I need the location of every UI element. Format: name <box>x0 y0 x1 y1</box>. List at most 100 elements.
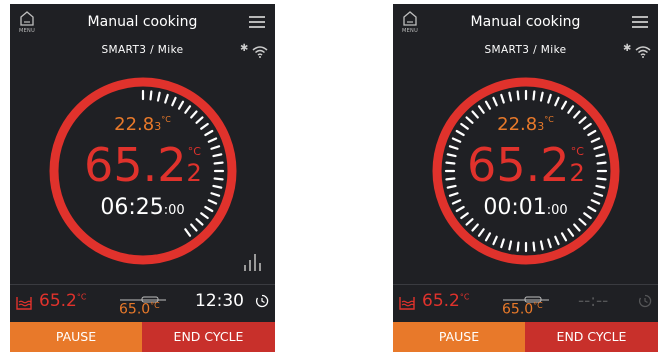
progress-tick <box>516 90 520 101</box>
probe-temperature: 22.83°C <box>10 114 275 135</box>
probe-temp-unit: °C <box>161 115 171 124</box>
bottom-info-bar: 65.2°C 65.0°C --:-- <box>393 284 658 322</box>
bath-temp-unit: °C <box>570 145 584 158</box>
progress-tick <box>508 240 513 251</box>
progress-tick <box>184 228 192 237</box>
set-temp-value: 65.0 <box>119 301 151 318</box>
progress-tick <box>477 105 485 114</box>
bottom-set-temp[interactable]: 65.0°C <box>119 301 160 318</box>
progress-tick <box>516 241 520 252</box>
bath-temp-value: 65.2 <box>84 138 187 192</box>
cooking-timer: 00:01:00 <box>393 195 658 220</box>
bottom-set-temp[interactable]: 65.0°C <box>502 301 543 318</box>
timer-value: 00:01 <box>483 195 547 220</box>
progress-tick <box>547 93 552 104</box>
progress-tick <box>547 238 552 249</box>
pause-button[interactable]: PAUSE <box>393 322 525 352</box>
header-bar: MENU Manual cooking <box>393 4 658 42</box>
set-temp-value: 65.0 <box>502 301 534 318</box>
progress-tick <box>149 90 153 101</box>
progress-tick <box>477 228 485 237</box>
progress-tick <box>471 223 479 232</box>
progress-tick <box>560 232 568 242</box>
progress-tick <box>560 100 568 110</box>
end-cycle-button[interactable]: END CYCLE <box>142 322 275 352</box>
graph-icon[interactable] <box>243 253 261 271</box>
timer-value: 06:25 <box>100 195 164 220</box>
bath-temp-unit: °C <box>187 145 201 158</box>
progress-tick <box>177 100 185 110</box>
bath-temp-decimal: 2 <box>186 159 202 187</box>
bottom-bath-temp-value: 65.2 <box>39 291 77 311</box>
pause-button[interactable]: PAUSE <box>10 322 142 352</box>
progress-tick <box>539 240 544 251</box>
device-screen-1: MENU Manual cooking SMART3 / Mike ✱ 22.8… <box>10 4 275 352</box>
bottom-bath-temp-unit: °C <box>459 292 470 302</box>
progress-tick <box>532 90 536 101</box>
user-label: SMART3 / Mike <box>484 44 567 56</box>
device-screen-2: MENU Manual cooking SMART3 / Mike ✱ 22.8… <box>393 4 658 352</box>
progress-tick <box>554 235 560 246</box>
bath-temperature: 65.22°C <box>393 140 658 190</box>
home-icon <box>403 11 417 26</box>
progress-tick <box>500 93 505 104</box>
progress-tick <box>554 96 560 107</box>
progress-tick <box>156 91 161 102</box>
status-bar: SMART3 / Mike ✱ <box>393 42 658 60</box>
bottom-bath-temp-value: 65.2 <box>422 291 460 311</box>
progress-tick <box>539 91 544 102</box>
progress-tick <box>573 223 581 232</box>
menu-icon[interactable] <box>632 15 648 29</box>
bath-temperature: 65.22°C <box>10 140 275 190</box>
end-cycle-button[interactable]: END CYCLE <box>525 322 658 352</box>
bath-temp-decimal: 2 <box>569 159 585 187</box>
progress-tick <box>492 235 498 246</box>
water-bath-icon <box>399 297 415 310</box>
home-caption: MENU <box>401 28 419 34</box>
bottom-bath-temp: 65.2°C <box>422 291 469 311</box>
home-caption: MENU <box>18 28 36 34</box>
set-temp-unit: °C <box>533 301 543 310</box>
wifi-icon <box>635 46 651 58</box>
progress-tick <box>492 96 498 107</box>
progress-tick <box>532 241 536 252</box>
progress-tick <box>484 232 492 242</box>
home-button[interactable]: MENU <box>17 9 37 37</box>
progress-tick <box>567 105 575 114</box>
bottom-bath-temp: 65.2°C <box>39 291 86 311</box>
progress-tick <box>567 228 575 237</box>
set-temp-unit: °C <box>150 301 160 310</box>
header-bar: MENU Manual cooking <box>10 4 275 42</box>
bottom-bath-temp-unit: °C <box>76 292 87 302</box>
timer-icon[interactable] <box>638 294 652 308</box>
home-icon <box>20 11 34 26</box>
progress-tick <box>184 105 192 114</box>
probe-temp-value: 22.8 <box>497 114 538 135</box>
probe-temp-unit: °C <box>544 115 554 124</box>
progress-tick <box>484 100 492 110</box>
home-button[interactable]: MENU <box>400 9 420 37</box>
bluetooth-icon: ✱ <box>623 43 632 54</box>
bottom-info-bar: 65.2°C 65.0°C 12:30 <box>10 284 275 322</box>
progress-tick <box>164 93 169 104</box>
progress-tick <box>171 96 177 107</box>
probe-temperature: 22.83°C <box>393 114 658 135</box>
progress-tick <box>190 223 198 232</box>
bath-temp-value: 65.2 <box>467 138 570 192</box>
probe-temp-value: 22.8 <box>114 114 155 135</box>
progress-tick <box>508 91 513 102</box>
status-bar: SMART3 / Mike ✱ <box>10 42 275 60</box>
timer-seconds: :00 <box>163 203 185 218</box>
screen-title: Manual cooking <box>470 14 581 30</box>
water-bath-icon <box>16 297 32 310</box>
screen-title: Manual cooking <box>87 14 198 30</box>
wifi-icon <box>252 46 268 58</box>
user-label: SMART3 / Mike <box>101 44 184 56</box>
menu-icon[interactable] <box>249 15 265 29</box>
progress-tick <box>500 238 505 249</box>
bluetooth-icon: ✱ <box>240 43 249 54</box>
cooking-timer: 06:25:00 <box>10 195 275 220</box>
timer-seconds: :00 <box>546 203 568 218</box>
timer-icon[interactable] <box>255 294 269 308</box>
end-time: 12:30 <box>195 291 244 311</box>
